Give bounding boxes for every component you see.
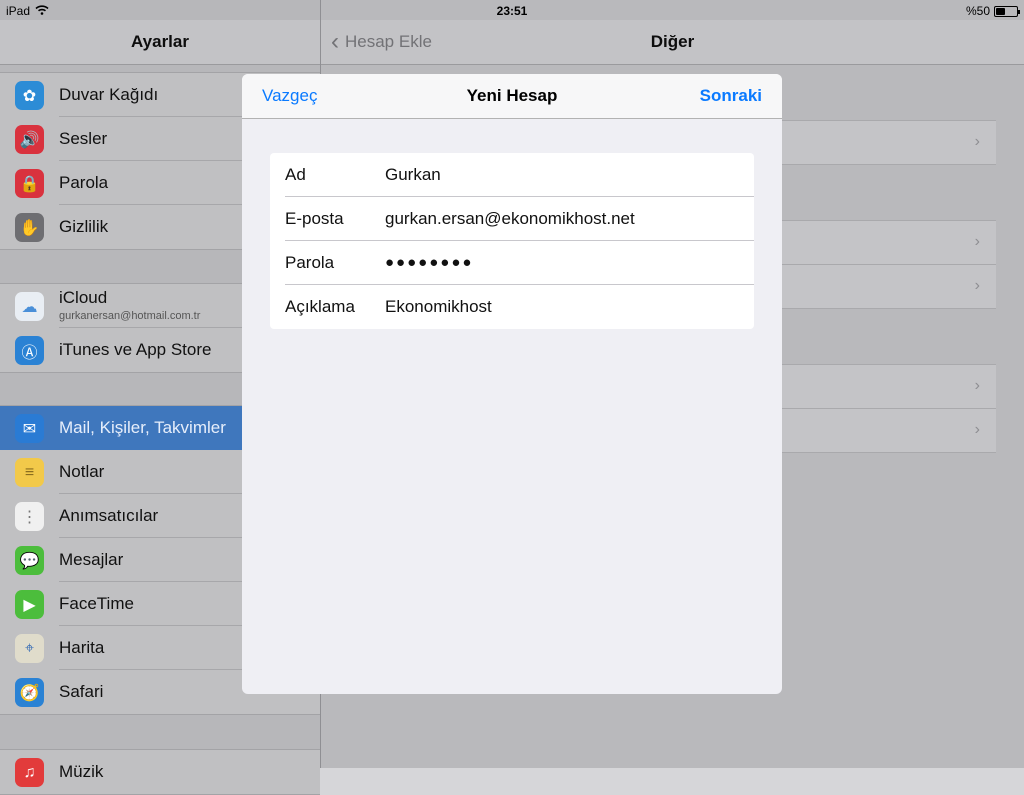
settings-item-label: Duvar Kağıdı xyxy=(59,85,159,104)
app-store-icon: Ⓐ xyxy=(15,336,44,365)
email-label: E-posta xyxy=(285,209,344,228)
settings-item-label: Safari xyxy=(59,682,104,701)
settings-item-label: Parola xyxy=(59,173,109,192)
chevron-right-icon: › xyxy=(974,421,980,438)
speaker-icon: 🔊 xyxy=(15,125,44,154)
music-icon: ♫ xyxy=(15,758,44,787)
icloud-account-email: gurkanersan@hotmail.com.tr xyxy=(59,310,201,322)
settings-item-label: Mesajlar xyxy=(59,550,124,569)
form-row-email: E-posta gurkan.ersan@ekonomikhost.net xyxy=(270,197,754,241)
settings-item-label: FaceTime xyxy=(59,594,134,613)
description-label: Açıklama xyxy=(285,297,355,316)
chevron-right-icon: › xyxy=(974,277,980,294)
settings-item-label: iTunes ve App Store xyxy=(59,340,212,359)
hand-icon: ✋ xyxy=(15,213,44,242)
settings-item-music[interactable]: ♫ Müzik xyxy=(0,750,320,794)
status-time: 23:51 xyxy=(496,4,528,18)
description-field[interactable]: Ekonomikhost xyxy=(385,285,745,329)
password-label: Parola xyxy=(285,253,335,272)
account-form: Ad Gurkan E-posta gurkan.ersan@ekonomikh… xyxy=(270,153,754,329)
settings-item-label: Mail, Kişiler, Takvimler xyxy=(59,418,226,437)
map-icon: ⌖ xyxy=(15,634,44,663)
settings-item-label: Sesler xyxy=(59,129,108,148)
settings-item-label: iCloud xyxy=(59,288,108,307)
settings-item-label: Anımsatıcılar xyxy=(59,506,159,525)
name-label: Ad xyxy=(285,165,306,184)
detail-navbar: ‹ Hesap Ekle Diğer xyxy=(321,20,1024,65)
password-field[interactable]: ●●●●●●●● xyxy=(385,241,745,285)
battery-icon xyxy=(994,5,1020,17)
reminders-icon: ⋮ xyxy=(15,502,44,531)
compass-icon: 🧭 xyxy=(15,678,44,707)
video-camera-icon: ▶ xyxy=(15,590,44,619)
settings-item-label: Gizlilik xyxy=(59,217,109,236)
form-row-description: Açıklama Ekonomikhost xyxy=(270,285,754,329)
form-row-name: Ad Gurkan xyxy=(270,153,754,197)
notes-icon: ≡ xyxy=(15,458,44,487)
message-icon: 💬 xyxy=(15,546,44,575)
settings-item-label: Müzik xyxy=(59,762,104,781)
form-row-password: Parola ●●●●●●●● xyxy=(270,241,754,285)
email-field[interactable]: gurkan.ersan@ekonomikhost.net xyxy=(385,197,745,241)
cloud-icon: ☁ xyxy=(15,292,44,321)
settings-item-label: Harita xyxy=(59,638,105,657)
lock-icon: 🔒 xyxy=(15,169,44,198)
new-account-modal: Vazgeç Yeni Hesap Sonraki Ad Gurkan E-po… xyxy=(242,74,782,694)
master-title: Ayarlar xyxy=(0,20,320,65)
settings-group-4: ♫ Müzik xyxy=(0,749,320,795)
chevron-right-icon: › xyxy=(974,233,980,250)
name-field[interactable]: Gurkan xyxy=(385,153,745,197)
status-bar: iPad 23:51 %50 xyxy=(0,0,1024,20)
chevron-right-icon: › xyxy=(974,377,980,394)
mail-icon: ✉ xyxy=(15,414,44,443)
detail-title: Diğer xyxy=(650,32,695,51)
chevron-right-icon: › xyxy=(974,133,980,150)
battery-percent: %50 xyxy=(965,4,990,18)
flower-icon: ✿ xyxy=(15,81,44,110)
next-button[interactable]: Sonraki xyxy=(700,74,762,118)
modal-navbar: Vazgeç Yeni Hesap Sonraki xyxy=(242,74,782,119)
settings-item-label: Notlar xyxy=(59,462,105,481)
